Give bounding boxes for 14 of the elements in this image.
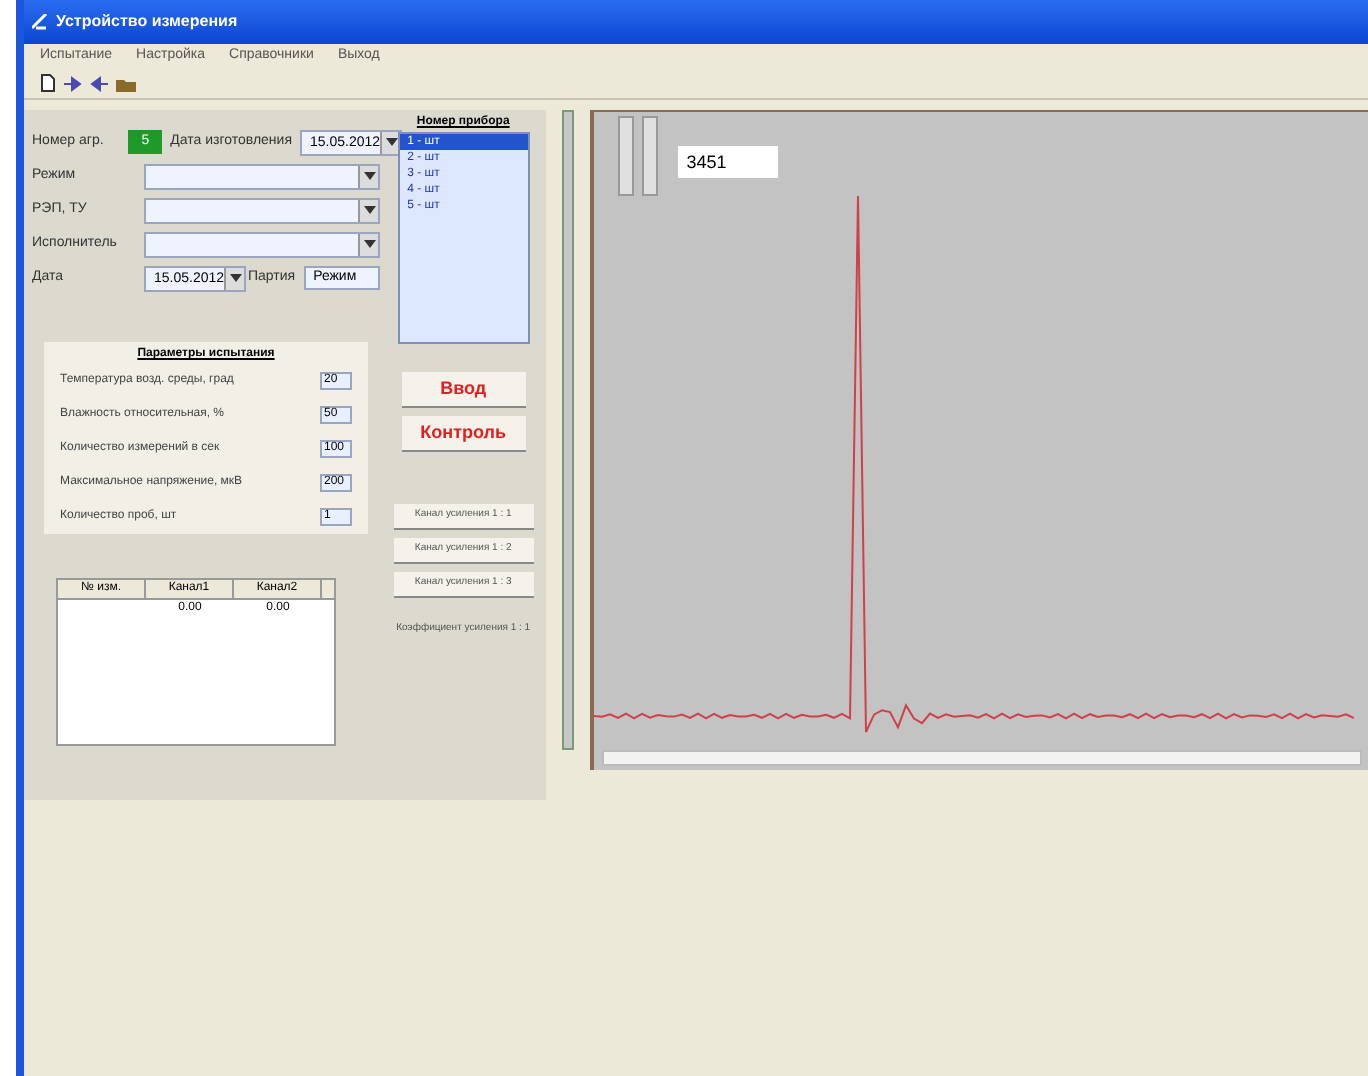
window-title: Устройство измерения — [56, 10, 238, 34]
arrow-left-icon[interactable] — [90, 75, 108, 91]
splitter-bar[interactable] — [562, 110, 575, 750]
combo-field[interactable] — [144, 231, 380, 257]
combo-field[interactable] — [144, 197, 380, 223]
horizontal-scrollbar[interactable] — [602, 750, 1363, 766]
arrow-right-icon[interactable] — [64, 75, 82, 91]
app-icon — [32, 14, 48, 30]
action-button[interactable]: Контроль — [401, 416, 526, 452]
readout-field[interactable]: 3451 — [678, 146, 779, 178]
action-button[interactable]: Ввод — [401, 372, 526, 408]
folder-icon[interactable] — [116, 75, 136, 91]
new-file-icon[interactable] — [40, 74, 56, 92]
combo-field[interactable] — [144, 163, 380, 189]
